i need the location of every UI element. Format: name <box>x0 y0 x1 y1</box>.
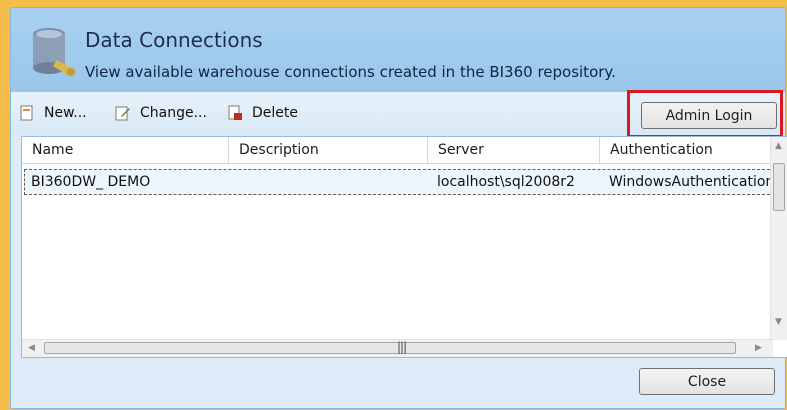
cell-server: localhost\sql2008r2 <box>437 174 575 190</box>
page-subtitle: View available warehouse connections cre… <box>85 63 616 81</box>
scroll-up-icon[interactable]: ▲ <box>775 141 782 151</box>
column-header-name[interactable]: Name <box>22 137 229 164</box>
database-icon <box>33 28 75 76</box>
cell-name: BI360DW_ DEMO <box>31 174 151 190</box>
column-header-description[interactable]: Description <box>229 137 428 164</box>
scroll-down-icon[interactable]: ▼ <box>775 317 782 327</box>
admin-login-button[interactable]: Admin Login <box>641 102 777 129</box>
horizontal-scroll-thumb[interactable]: ||| <box>44 340 736 354</box>
connections-grid: Name Description Server Authentication B… <box>21 136 787 358</box>
delete-button-label: Delete <box>252 105 298 121</box>
delete-button[interactable]: Delete <box>227 102 298 124</box>
new-icon <box>20 105 33 121</box>
change-button[interactable]: Change... <box>115 102 207 124</box>
new-button-label: New... <box>44 105 87 121</box>
change-button-label: Change... <box>140 105 207 121</box>
change-icon <box>115 106 130 121</box>
header-banner: Data Connections View available warehous… <box>11 8 785 93</box>
close-button[interactable]: Close <box>639 368 775 395</box>
data-connections-window: Data Connections View available warehous… <box>10 7 787 409</box>
new-button[interactable]: New... <box>19 102 87 124</box>
column-header-authentication[interactable]: Authentication <box>600 137 780 164</box>
column-header-server[interactable]: Server <box>428 137 600 164</box>
table-row[interactable]: BI360DW_ DEMO localhost\sql2008r2 Window… <box>24 169 780 195</box>
vertical-scrollbar[interactable]: ▲ ▼ <box>770 137 787 340</box>
horizontal-scrollbar[interactable]: ◀ ||| ▶ <box>22 339 773 357</box>
delete-icon <box>228 105 242 120</box>
scroll-right-icon[interactable]: ▶ <box>755 343 762 353</box>
cell-authentication: WindowsAuthentication <box>609 174 775 190</box>
scroll-left-icon[interactable]: ◀ <box>28 343 35 353</box>
vertical-scroll-thumb[interactable] <box>773 163 785 211</box>
page-title: Data Connections <box>85 28 263 52</box>
scroll-grip-icon: ||| <box>397 340 407 354</box>
